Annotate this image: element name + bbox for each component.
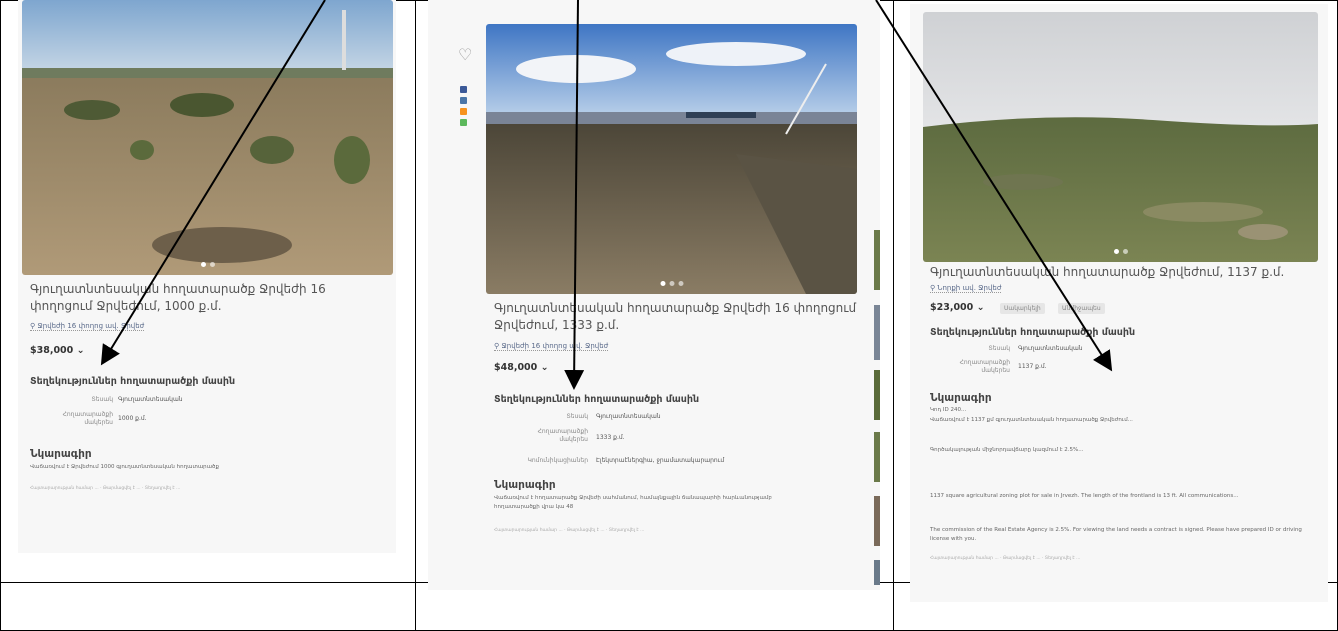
field-photo-2 [486, 24, 857, 294]
feature-value: Էլեկտրաէներգիա, ջրամատակարարում [596, 457, 725, 464]
listing-title: Գյուղատնտեսական հողատարածք Ջրվեժի 16 փող… [30, 282, 326, 313]
chevron-down-icon: ⌄ [976, 302, 985, 313]
price-value: $23,000 [930, 302, 974, 313]
pin-icon: ⚲ [930, 284, 936, 292]
vk-icon[interactable] [460, 97, 467, 104]
chevron-down-icon: ⌄ [540, 362, 549, 373]
features-heading: Տեղեկություններ հողատարածքի մասին [494, 394, 700, 405]
side-thumbnail[interactable] [874, 305, 880, 360]
description-line: Վաճառվում է 1137 քմ գյուղատնտեսական հողա… [930, 417, 1133, 423]
side-thumbnail[interactable] [874, 230, 880, 290]
listing-title: Գյուղատնտեսական հողատարածք Ջրվեժում, 113… [930, 265, 1285, 279]
ok-icon[interactable] [460, 108, 467, 115]
listing-photo[interactable] [22, 0, 393, 275]
pin-icon: ⚲ [494, 342, 500, 350]
listing-screenshot-1: Գյուղատնտեսական հողատարածք Ջրվեժի 16 փող… [18, 0, 396, 553]
tag-badge: Անմիջապես [1058, 303, 1105, 314]
feature-value: Գյուղատնտեսական [596, 413, 661, 420]
listing-photo[interactable] [923, 12, 1318, 262]
feature-value: 1000 ք.մ. [118, 415, 147, 422]
share-icon[interactable] [460, 119, 467, 126]
description-text: Վաճառվում է Ջրվեժում 1000 գյուղատնտեսակա… [30, 464, 219, 470]
feature-key: Տեսակ [988, 345, 1010, 352]
description-line: Կոդ ID 240... [930, 407, 967, 413]
listing-screenshot-2: ♡ Գյուղատնտեսական հողատարածք Ջրվեժի 16 փ… [428, 0, 880, 590]
feature-key: Հողատարածքի մակերես [62, 411, 113, 426]
features-heading: Տեղեկություններ հողատարածքի մասին [30, 376, 236, 387]
tag-badge: Սակարկելի [1000, 303, 1045, 314]
description-text: Վաճառվում է հողատարածք Ջրվեժի սահմանում,… [494, 495, 772, 510]
feature-value: Գյուղատնտեսական [118, 396, 183, 403]
column-divider [415, 0, 416, 631]
price-value: $48,000 [494, 362, 538, 373]
listing-price[interactable]: $23,000 ⌄ [930, 302, 985, 313]
feature-key: Տեսակ [566, 413, 588, 420]
description-line: Գործակալության միջնորդավճարը կազմում է 2… [930, 447, 1084, 453]
facebook-icon[interactable] [460, 86, 467, 93]
listing-price[interactable]: $38,000 ⌄ [30, 345, 85, 356]
location-text: Նորքի ավ. Ջրվեժ [937, 284, 1002, 292]
description-heading: Նկարագիր [30, 448, 92, 460]
description-heading: Նկարագիր [930, 392, 992, 404]
description-heading: Նկարագիր [494, 479, 556, 491]
heart-icon[interactable]: ♡ [458, 45, 472, 64]
listing-photo[interactable] [486, 24, 857, 294]
photo-pagination[interactable] [200, 262, 215, 267]
chevron-down-icon: ⌄ [76, 345, 85, 356]
feature-value: 1137 ք.մ. [1018, 363, 1047, 370]
listing-price[interactable]: $48,000 ⌄ [494, 362, 549, 373]
side-thumbnail[interactable] [874, 432, 880, 482]
location-text: Ջրվեժի 16 փողոց ավ. Ջրվեժ [501, 342, 609, 350]
side-thumbnail[interactable] [874, 560, 880, 585]
listing-screenshot-3: Գյուղատնտեսական հողատարածք Ջրվեժում, 113… [910, 4, 1328, 602]
photo-pagination[interactable] [1113, 249, 1128, 254]
side-thumbnail[interactable] [874, 496, 880, 546]
side-thumbnail[interactable] [874, 370, 880, 420]
listing-location[interactable]: ⚲ Ջրվեժի 16 փողոց ավ. Ջրվեժ [30, 322, 145, 331]
listing-location[interactable]: ⚲ Ջրվեժի 16 փողոց ավ. Ջրվեժ [494, 342, 609, 351]
listing-location[interactable]: ⚲ Նորքի ավ. Ջրվեժ [930, 284, 1002, 293]
feature-value: Գյուղատնտեսական [1018, 345, 1083, 352]
feature-value: 1333 ք.մ. [596, 434, 625, 441]
listing-meta: Հայտարարության համար ... · Թարմացվել է .… [494, 528, 645, 533]
pin-icon: ⚲ [30, 322, 36, 330]
field-photo-1 [22, 0, 393, 275]
description-line: The commission of the Real Estate Agency… [930, 527, 1302, 542]
feature-key: Հողատարածքի մակերես [959, 359, 1010, 374]
location-text: Ջրվեժի 16 փողոց ավ. Ջրվեժ [37, 322, 145, 330]
features-heading: Տեղեկություններ հողատարածքի մասին [930, 327, 1136, 338]
feature-key: Կոմունիկացիաներ [527, 457, 588, 464]
listing-meta: Հայտարարության համար ... · Թարմացվել է .… [930, 556, 1081, 561]
price-value: $38,000 [30, 345, 74, 356]
listing-title: Գյուղատնտեսական հողատարածք Ջրվեժի 16 փող… [494, 301, 857, 332]
listing-meta: Հայտարարության համար ... · Թարմացվել է .… [30, 486, 181, 491]
description-line: 1137 square agricultural zoning plot for… [930, 493, 1239, 499]
column-divider [893, 0, 894, 631]
feature-key: Հողատարածքի մակերես [537, 428, 588, 443]
field-photo-3 [923, 12, 1318, 262]
feature-key: Տեսակ [91, 396, 113, 403]
photo-pagination[interactable] [660, 281, 683, 286]
